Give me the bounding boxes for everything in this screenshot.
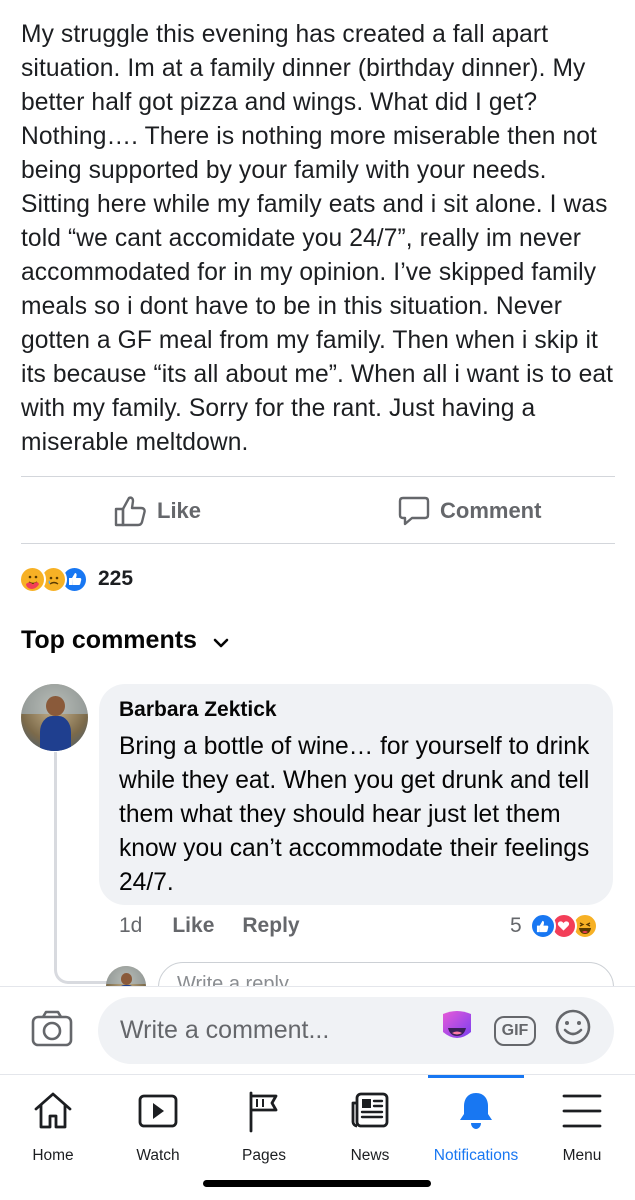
comment-input-placeholder: Write a comment...: [120, 1016, 330, 1044]
nav-notifications[interactable]: Notifications: [423, 1087, 529, 1165]
comment-author[interactable]: Barbara Zektick: [119, 696, 593, 724]
chevron-down-icon: [213, 626, 229, 655]
comment-input[interactable]: Write a comment... GIF: [98, 997, 614, 1064]
nav-label: Notifications: [433, 1147, 519, 1164]
nav-label: News: [350, 1147, 390, 1164]
camera-icon[interactable]: [30, 1009, 74, 1054]
top-comments-filter[interactable]: Top comments: [21, 626, 229, 655]
nav-home[interactable]: Home: [0, 1087, 106, 1165]
nav-label: Home: [32, 1147, 74, 1164]
reply-area: Write a reply...: [106, 962, 616, 986]
menu-icon: [529, 1087, 635, 1135]
like-label: Like: [157, 497, 202, 523]
nav-news[interactable]: News: [317, 1087, 423, 1165]
nav-watch[interactable]: Watch: [105, 1087, 211, 1165]
gif-button[interactable]: GIF: [494, 1015, 536, 1046]
comment-button[interactable]: Comment: [398, 478, 541, 543]
comment-label: Comment: [440, 497, 542, 523]
avatar: [106, 966, 146, 986]
composer-icons: GIF: [438, 997, 592, 1064]
comment-reaction-count: 5: [510, 914, 522, 937]
nav-label: Watch: [136, 1147, 180, 1164]
care-icon: [19, 565, 46, 593]
home-indicator[interactable]: [203, 1180, 431, 1187]
reply-input[interactable]: Write a reply...: [158, 962, 614, 986]
avatar[interactable]: [21, 684, 88, 751]
thumbs-up-icon: [113, 495, 147, 527]
like-button[interactable]: Like: [113, 478, 201, 543]
top-comments-label: Top comments: [21, 626, 197, 654]
comment-reply-button[interactable]: Reply: [242, 914, 299, 938]
divider: [21, 543, 615, 544]
comment-reactions[interactable]: 5: [510, 910, 598, 942]
home-icon: [0, 1087, 106, 1135]
comment-like-button[interactable]: Like: [172, 914, 214, 938]
emoji-icon[interactable]: [554, 1008, 592, 1053]
reaction-count: 225: [98, 567, 134, 590]
post-text: My struggle this evening has created a f…: [21, 21, 614, 456]
nav-pages[interactable]: Pages: [211, 1087, 317, 1165]
post-actions: Like Comment: [0, 478, 635, 543]
active-tab-indicator: [428, 1075, 524, 1078]
nav-label: Menu: [562, 1147, 602, 1164]
comment-bubble: Barbara Zektick Bring a bottle of wine… …: [99, 684, 613, 905]
bell-icon: [423, 1087, 529, 1135]
flag-icon: [211, 1087, 317, 1135]
comment-meta: 1d Like Reply: [119, 911, 328, 941]
divider: [21, 476, 615, 477]
news-icon: [317, 1087, 423, 1135]
comment-icon: [398, 495, 430, 527]
composer-bar: Write a comment... GIF: [0, 986, 635, 1074]
comment-time[interactable]: 1d: [119, 914, 142, 938]
like-icon: [529, 913, 556, 939]
nav-label: Pages: [242, 1147, 286, 1164]
comment-text: Bring a bottle of wine… for yourself to …: [119, 733, 590, 896]
watch-icon: [105, 1087, 211, 1135]
avatar-sticker-icon[interactable]: [438, 1008, 476, 1053]
reactions-summary[interactable]: 225: [19, 564, 133, 594]
nav-menu[interactable]: Menu: [529, 1087, 635, 1165]
